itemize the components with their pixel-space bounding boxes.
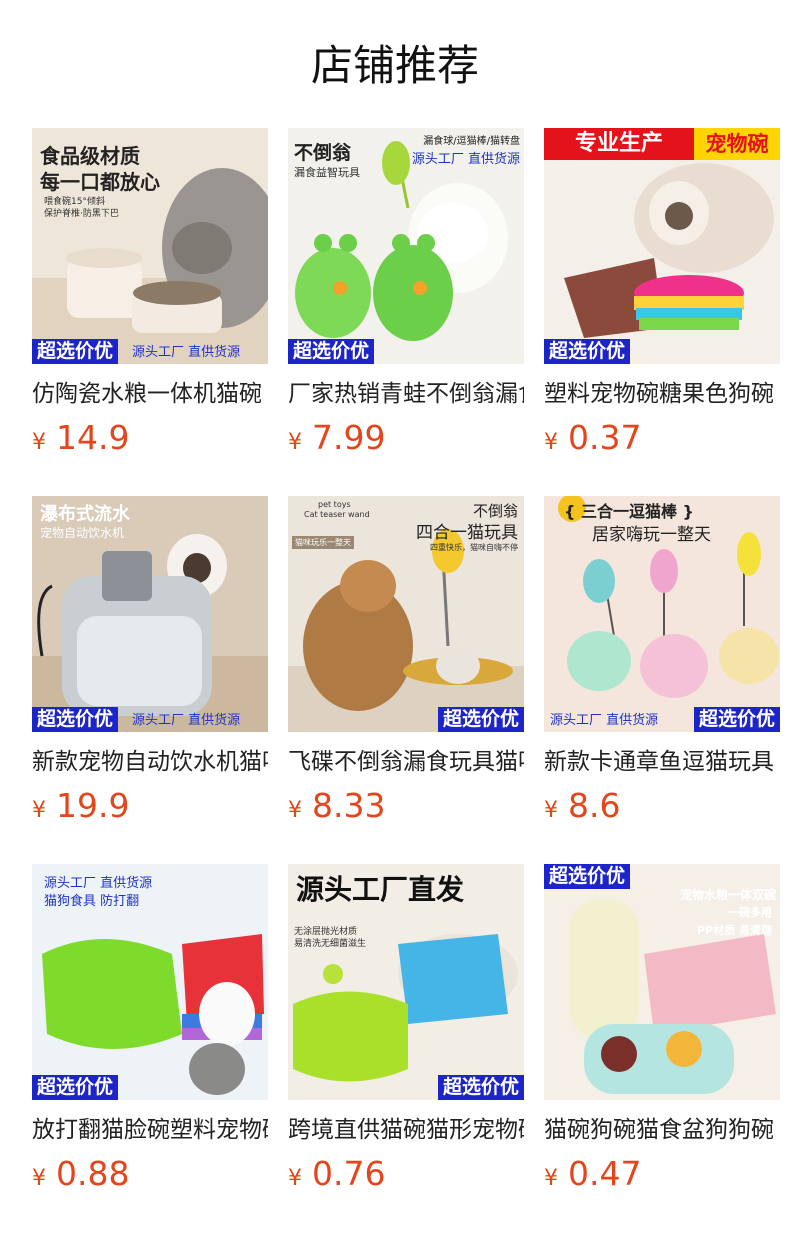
- product-image[interactable]: 宠物水粮一体双碗 一碗多用 PP材质 易清理 超选价优: [544, 864, 780, 1100]
- product-price: ¥0.76: [288, 1152, 385, 1196]
- image-headline: 居家嗨玩一整天: [592, 525, 711, 545]
- product-name[interactable]: 飞碟不倒翁漏食玩具猫咪: [288, 744, 524, 780]
- price-value: 8.33: [312, 786, 386, 825]
- price-value: 0.88: [56, 1154, 130, 1193]
- product-image[interactable]: 不倒翁 四合一猫玩具 四重快乐，猫咪自嗨不停 pet toys Cat teas…: [288, 496, 524, 732]
- page-title: 店铺推荐: [310, 41, 479, 90]
- product-image[interactable]: 不倒翁 漏食益智玩具 漏食球/逗猫棒/猫转盘 源头工厂 直供货源 超选价优: [288, 128, 524, 364]
- price-value: 0.47: [568, 1154, 642, 1193]
- promo-badge: 超选价优: [288, 339, 375, 364]
- image-headline: 宠物碗: [694, 128, 780, 160]
- promo-badge: 超选价优: [437, 1075, 524, 1100]
- price-value: 0.37: [568, 418, 642, 457]
- image-headline: 宠物水粮一体双碗: [679, 888, 776, 902]
- product-price: ¥0.37: [544, 416, 641, 460]
- product-image[interactable]: 瀑布式流水 宠物自动饮水机 源头工厂 直供货源 超选价优: [32, 496, 268, 732]
- product-card[interactable]: { 三合一逗猫棒 } 居家嗨玩一整天 源头工厂 直供货源 超选价优 新款卡通章鱼…: [544, 496, 780, 826]
- product-price: ¥7.99: [288, 416, 385, 460]
- product-price: ¥14.9: [32, 416, 129, 460]
- currency-symbol: ¥: [544, 1166, 558, 1191]
- product-price: ¥0.47: [544, 1152, 641, 1196]
- image-caption: 易清洗无细菌滋生: [294, 939, 367, 949]
- product-price: ¥8.33: [288, 784, 385, 828]
- currency-symbol: ¥: [544, 798, 558, 823]
- product-name[interactable]: 猫碗狗碗猫食盆狗狗碗: [544, 1112, 780, 1148]
- product-name[interactable]: 新款卡通章鱼逗猫玩具: [544, 744, 780, 780]
- image-headline: 食品级材质: [40, 144, 140, 168]
- image-headline: 源头工厂直发: [296, 873, 465, 906]
- product-card[interactable]: 不倒翁 四合一猫玩具 四重快乐，猫咪自嗨不停 pet toys Cat teas…: [288, 496, 524, 826]
- image-caption: 猫咪玩乐一整天: [292, 536, 354, 549]
- product-image[interactable]: 食品级材质 每一口都放心 喂食碗15°倾斜 保护脊椎·防黑下巴 源头工厂 直供货…: [32, 128, 268, 364]
- image-source-text: 源头工厂 直供货源: [132, 345, 241, 360]
- price-value: 19.9: [56, 786, 130, 825]
- image-caption: 漏食球/逗猫棒/猫转盘: [423, 136, 520, 147]
- image-headline: 瀑布式流水: [40, 504, 130, 525]
- product-card[interactable]: 源头工厂直发 无涂层抛光材质 易清洗无细菌滋生 超选价优 跨境直供猫碗猫形宠物碗…: [288, 864, 524, 1194]
- product-image[interactable]: { 三合一逗猫棒 } 居家嗨玩一整天 源头工厂 直供货源 超选价优: [544, 496, 780, 732]
- image-source-text: 源头工厂 直供货源: [550, 713, 659, 728]
- product-name[interactable]: 放打翻猫脸碗塑料宠物碗: [32, 1112, 268, 1148]
- image-caption: 猫狗食具 防打翻: [44, 894, 140, 909]
- currency-symbol: ¥: [544, 430, 558, 455]
- promo-badge: 超选价优: [437, 707, 524, 732]
- image-headline: 一碗多用: [728, 906, 772, 919]
- price-value: 8.6: [568, 786, 621, 825]
- product-card[interactable]: 瀑布式流水 宠物自动饮水机 源头工厂 直供货源 超选价优 新款宠物自动饮水机猫咪…: [32, 496, 268, 826]
- image-headline: 不倒翁: [294, 142, 352, 164]
- image-caption: 源头工厂 直供货源: [44, 876, 153, 891]
- product-card[interactable]: 不倒翁 漏食益智玩具 漏食球/逗猫棒/猫转盘 源头工厂 直供货源 超选价优 厂家…: [288, 128, 524, 458]
- currency-symbol: ¥: [32, 430, 46, 455]
- product-price: ¥8.6: [544, 784, 620, 828]
- currency-symbol: ¥: [32, 1166, 46, 1191]
- image-caption: 宠物自动饮水机: [40, 526, 125, 540]
- product-name[interactable]: 塑料宠物碗糖果色狗碗: [544, 376, 780, 412]
- product-image[interactable]: 专业生产 宠物碗 超选价优: [544, 128, 780, 364]
- product-grid: 食品级材质 每一口都放心 喂食碗15°倾斜 保护脊椎·防黑下巴 源头工厂 直供货…: [32, 128, 780, 1208]
- product-card[interactable]: 源头工厂 直供货源 猫狗食具 防打翻 超选价优 放打翻猫脸碗塑料宠物碗 ¥0.8…: [32, 864, 268, 1194]
- product-price: ¥0.88: [32, 1152, 129, 1196]
- currency-symbol: ¥: [288, 430, 302, 455]
- promo-badge: 超选价优: [32, 707, 119, 732]
- product-card[interactable]: 食品级材质 每一口都放心 喂食碗15°倾斜 保护脊椎·防黑下巴 源头工厂 直供货…: [32, 128, 268, 458]
- product-name[interactable]: 新款宠物自动饮水机猫咪: [32, 744, 268, 780]
- product-name[interactable]: 厂家热销青蛙不倒翁漏食玩具: [288, 376, 524, 412]
- currency-symbol: ¥: [32, 798, 46, 823]
- promo-badge: 超选价优: [544, 864, 631, 889]
- image-caption: PP材质 易清理: [697, 924, 772, 937]
- product-name[interactable]: 仿陶瓷水粮一体机猫碗: [32, 376, 268, 412]
- image-caption: 保护脊椎·防黑下巴: [44, 209, 119, 219]
- image-source-text: 源头工厂 直供货源: [132, 713, 241, 728]
- currency-symbol: ¥: [288, 798, 302, 823]
- product-card[interactable]: 专业生产 宠物碗 超选价优 塑料宠物碗糖果色狗碗 ¥0.37: [544, 128, 780, 458]
- promo-badge: 超选价优: [32, 339, 119, 364]
- image-headline: 专业生产: [544, 128, 694, 160]
- price-value: 7.99: [312, 418, 386, 457]
- image-caption: Cat teaser wand: [304, 510, 370, 519]
- price-value: 14.9: [56, 418, 130, 457]
- promo-badge: 超选价优: [544, 339, 631, 364]
- product-price: ¥19.9: [32, 784, 129, 828]
- image-headline: 四合一猫玩具: [416, 523, 518, 543]
- product-image[interactable]: 源头工厂直发 无涂层抛光材质 易清洗无细菌滋生 超选价优: [288, 864, 524, 1100]
- product-name[interactable]: 跨境直供猫碗猫形宠物碗: [288, 1112, 524, 1148]
- currency-symbol: ¥: [288, 1166, 302, 1191]
- image-caption: pet toys: [318, 500, 351, 509]
- product-card[interactable]: 宠物水粮一体双碗 一碗多用 PP材质 易清理 超选价优 猫碗狗碗猫食盆狗狗碗 ¥…: [544, 864, 780, 1194]
- promo-badge: 超选价优: [693, 707, 780, 732]
- image-source-text: 源头工厂 直供货源: [411, 152, 520, 167]
- product-image[interactable]: 源头工厂 直供货源 猫狗食具 防打翻 超选价优: [32, 864, 268, 1100]
- image-caption: 四重快乐，猫咪自嗨不停: [430, 543, 518, 552]
- image-headline: { 三合一逗猫棒 }: [564, 502, 694, 521]
- promo-badge: 超选价优: [32, 1075, 119, 1100]
- image-caption: 漏食益智玩具: [294, 166, 360, 179]
- price-value: 0.76: [312, 1154, 386, 1193]
- image-headline: 每一口都放心: [40, 170, 160, 194]
